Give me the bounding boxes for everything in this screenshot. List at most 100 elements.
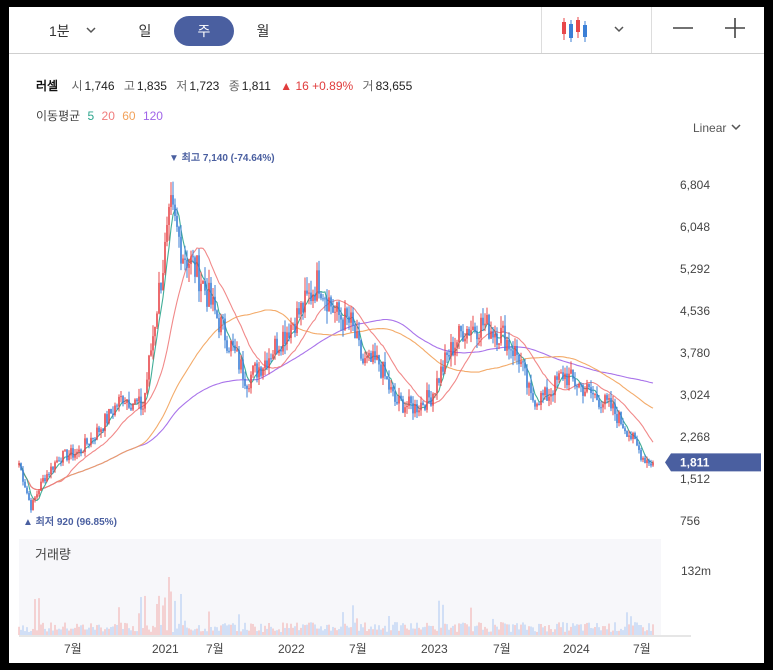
candle	[552, 390, 554, 402]
volume-bar	[192, 630, 194, 635]
candle-body	[300, 302, 302, 315]
candle-body	[610, 398, 612, 409]
candle-body	[264, 360, 266, 369]
candle-body	[132, 403, 134, 410]
candle-body	[198, 255, 200, 292]
volume-bar	[650, 630, 652, 635]
volume-bar	[66, 628, 68, 635]
volume-bar	[342, 612, 344, 635]
candle-body	[96, 427, 98, 440]
candle	[540, 390, 542, 411]
candle-body	[252, 365, 254, 375]
candle	[504, 315, 506, 352]
candle-body	[70, 448, 72, 456]
volume-bar	[564, 631, 566, 635]
volume-bar	[120, 622, 122, 635]
candle-body	[344, 308, 346, 330]
candle-body	[102, 429, 104, 432]
candle	[296, 301, 298, 337]
candle	[398, 387, 400, 412]
candle-body	[452, 342, 454, 356]
candle	[254, 361, 256, 373]
volume-bar	[432, 625, 434, 635]
volume-bar	[490, 631, 492, 635]
candle-body	[130, 407, 132, 410]
candle-body	[92, 437, 94, 439]
candle-body	[530, 383, 532, 394]
volume-bar	[632, 625, 634, 635]
candle-body	[216, 310, 218, 319]
volume-bar	[124, 622, 126, 635]
volume-bar	[312, 622, 314, 635]
candle-body	[192, 256, 194, 258]
candle	[650, 459, 652, 468]
volume-bar	[250, 623, 252, 635]
candle	[128, 391, 130, 409]
candle	[550, 388, 552, 405]
candle-body	[174, 204, 176, 216]
candle	[314, 286, 316, 304]
candle-body	[20, 463, 22, 470]
volume-bar	[520, 624, 522, 635]
candle-body	[622, 423, 624, 429]
volume-bar	[282, 622, 284, 635]
candle-body	[54, 462, 56, 470]
candle	[426, 382, 428, 413]
volume-bar	[560, 627, 562, 635]
candle	[60, 457, 62, 467]
candle	[592, 386, 594, 403]
candle	[618, 410, 620, 427]
volume-bar	[434, 629, 436, 635]
candle-body	[84, 438, 86, 453]
candle-body	[208, 282, 210, 307]
candle-body	[638, 445, 640, 450]
candle-body	[172, 195, 174, 205]
candle-body	[222, 317, 224, 319]
candle	[304, 277, 306, 319]
candle	[306, 277, 308, 296]
candle	[212, 288, 214, 312]
price-chart[interactable]: 6,804 6,048 5,292 4,536 3,780 3,024 2,268 1,512…	[9, 7, 764, 663]
candle-body	[138, 396, 140, 402]
candle-body	[124, 402, 126, 404]
candle	[178, 225, 180, 248]
candle	[546, 379, 548, 401]
candle	[512, 341, 514, 366]
candle	[58, 456, 60, 462]
candle	[208, 269, 210, 307]
candle-body	[398, 395, 400, 404]
volume-bar	[24, 631, 26, 635]
candle	[62, 450, 64, 466]
candle-body	[60, 461, 62, 463]
volume-bar	[356, 618, 358, 635]
volume-bar	[62, 626, 64, 635]
volume-bar	[104, 629, 106, 635]
volume-bar	[644, 631, 646, 635]
candle	[310, 280, 312, 305]
volume-bar	[84, 629, 86, 635]
ma120-line	[18, 318, 654, 491]
volume-bar	[452, 625, 454, 635]
candle-body	[416, 404, 418, 413]
candle-body	[640, 449, 642, 460]
candle	[444, 344, 446, 375]
volume-bar	[330, 630, 332, 635]
candle	[568, 367, 570, 391]
candle-body	[104, 414, 106, 432]
candle-body	[628, 435, 630, 437]
volume-bar	[606, 629, 608, 635]
candle-body	[648, 460, 650, 464]
volume-bar	[316, 628, 318, 635]
volume-bar	[296, 622, 298, 635]
volume-bar	[106, 627, 108, 635]
candle	[522, 360, 524, 372]
candle-body	[624, 428, 626, 432]
volume-bar	[322, 630, 324, 635]
volume-bar	[494, 624, 496, 635]
candle	[56, 456, 58, 464]
candle	[408, 389, 410, 410]
candle-body	[464, 338, 466, 342]
candle-body	[516, 346, 518, 355]
volume-bar	[298, 630, 300, 635]
candle-body	[310, 292, 312, 302]
